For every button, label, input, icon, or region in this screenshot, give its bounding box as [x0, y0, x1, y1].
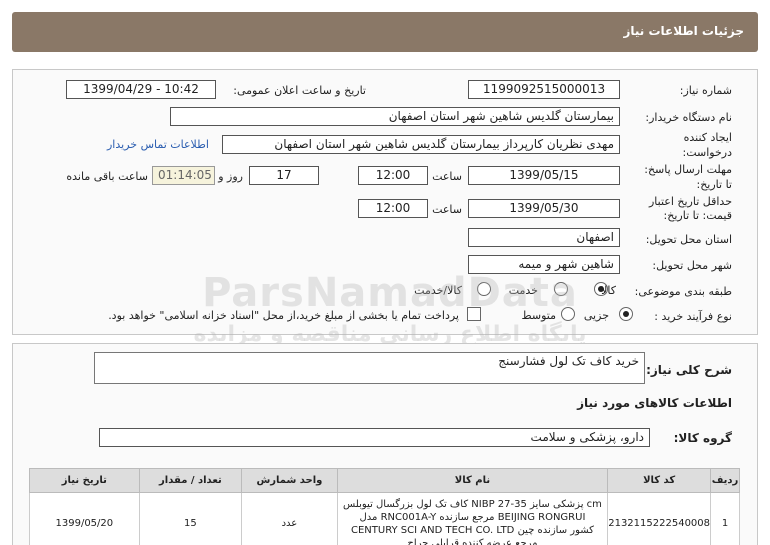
col-header-row-number: ردیف	[710, 468, 740, 493]
send-deadline-date-field: 1399/05/15	[468, 166, 620, 185]
send-deadline-label-2: تا تاریخ:	[696, 178, 732, 191]
cell-unit: عدد	[241, 492, 338, 545]
table-row[interactable]: 1 2132115222540008 کاف تک لول بزرگسال تی…	[29, 492, 740, 545]
buyer-contact-link[interactable]: اطلاعات تماس خریدار	[107, 138, 209, 151]
summary-label: شرح کلی نیاز:	[646, 363, 732, 377]
requester-label-2: درخواست:	[682, 146, 732, 159]
price-validity-time-field: 12:00	[358, 199, 428, 218]
cell-qty: 15	[138, 492, 243, 545]
requester-label-1: ایجاد کننده	[683, 131, 732, 144]
delivery-city-field: شاهین شهر و میمه	[468, 255, 620, 274]
cell-code: 2132115222540008	[607, 492, 712, 545]
treasury-payment-note: پرداخت تمام یا بخشی از مبلغ خرید،از محل …	[108, 309, 459, 322]
buyer-org-field: بیمارستان گلدیس شاهین شهر استان اصفهان	[170, 107, 620, 126]
process-option-minor: جزیی	[583, 309, 609, 322]
category-radio-service[interactable]	[554, 282, 568, 296]
col-header-name: نام کالا	[336, 468, 609, 493]
cell-row-number: 1	[710, 492, 740, 545]
price-validity-date-field: 1399/05/30	[468, 199, 620, 218]
category-option-goods-service: کالا/خدمت	[414, 284, 462, 297]
cell-name-line: مدل RNC001A-Y مرجع سازنده BEIJING RONGRU…	[359, 511, 586, 523]
announce-datetime-field: 1399/04/29 - 10:42	[66, 80, 216, 99]
delivery-city-label: شهر محل تحویل:	[652, 259, 732, 272]
send-deadline-time-field: 12:00	[358, 166, 428, 185]
requester-field: مهدی نظریان کارپرداز بیمارستان گلدیس شاه…	[222, 135, 620, 154]
process-radio-medium[interactable]	[561, 307, 575, 321]
days-remaining-field: 17	[249, 166, 319, 185]
goods-table: ردیف کد کالا نام کالا واحد شمارش تعداد /…	[29, 468, 740, 545]
cell-name-line: مرجع عرضه کننده قرابلی حراح	[407, 537, 538, 545]
category-option-goods: کالا	[601, 284, 616, 297]
price-validity-time-label: ساعت	[432, 203, 462, 216]
category-label: طبقه بندی موضوعی:	[634, 285, 732, 298]
announce-datetime-label: تاریخ و ساعت اعلان عمومی:	[233, 84, 366, 97]
category-radio-goods-service[interactable]	[477, 282, 491, 296]
remaining-timer: 01:14:05	[152, 166, 215, 185]
col-header-unit: واحد شمارش	[241, 468, 338, 493]
treasury-payment-checkbox[interactable]	[467, 307, 481, 321]
price-validity-label-1: حداقل تاریخ اعتبار	[648, 195, 732, 208]
col-header-need-date: تاریخ نیاز	[29, 468, 140, 493]
process-option-medium: متوسط	[521, 309, 556, 322]
delivery-province-field: اصفهان	[468, 228, 620, 247]
col-header-qty: تعداد / مقدار	[138, 468, 243, 493]
summary-field: خرید کاف تک لول فشارسنج	[94, 352, 645, 384]
need-number-field: 1199092515000013	[468, 80, 620, 99]
buyer-org-label: نام دستگاه خریدار:	[645, 111, 732, 124]
goods-info-title: اطلاعات کالاهای مورد نیاز	[577, 396, 732, 410]
send-deadline-label-1: مهلت ارسال پاسخ:	[644, 163, 732, 176]
send-deadline-time-label: ساعت	[432, 170, 462, 183]
process-radio-minor[interactable]	[619, 307, 633, 321]
delivery-province-label: استان محل تحویل:	[645, 233, 732, 246]
purchase-process-label: نوع فرآیند خرید :	[654, 310, 732, 323]
cell-need-date: 1399/05/20	[29, 492, 140, 545]
cell-name-line: کاف تک لول بزرگسال تیوبلس NIBP پزشکی سای…	[343, 498, 602, 510]
col-header-code: کد کالا	[607, 468, 712, 493]
table-header-row: ردیف کد کالا نام کالا واحد شمارش تعداد /…	[29, 468, 740, 493]
cell-name: کاف تک لول بزرگسال تیوبلس NIBP پزشکی سای…	[336, 492, 609, 545]
price-validity-label-2: قیمت: تا تاریخ:	[663, 209, 732, 222]
days-label: روز و	[218, 170, 243, 183]
goods-group-label: گروه کالا:	[673, 431, 732, 445]
page-header: جزئیات اطلاعات نیاز	[12, 12, 758, 52]
page-title: جزئیات اطلاعات نیاز	[623, 24, 744, 38]
cell-name-line: CENTURY SCI AND TECH CO. LTD کشور سازنده…	[351, 524, 594, 536]
goods-group-field: دارو، پزشکی و سلامت	[99, 428, 650, 447]
remaining-label: ساعت باقی مانده	[66, 170, 148, 183]
need-number-label: شماره نیاز:	[679, 84, 732, 97]
category-option-service: خدمت	[508, 284, 538, 297]
